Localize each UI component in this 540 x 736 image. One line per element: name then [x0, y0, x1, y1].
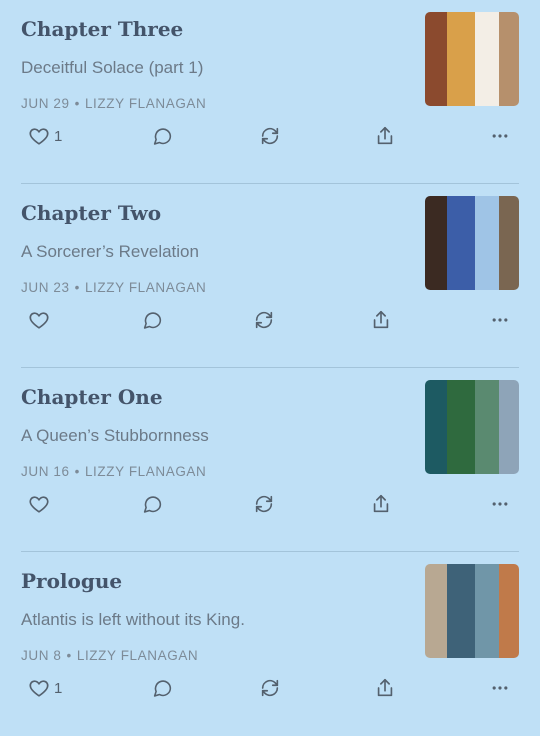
post-date: JUN 8	[21, 648, 62, 663]
post-item[interactable]: Chapter One A Queen’s Stubbornness JUN 1…	[0, 368, 540, 552]
restack-button[interactable]	[253, 490, 275, 518]
post-title[interactable]: Chapter Two	[21, 198, 161, 228]
comment-button[interactable]	[152, 122, 173, 150]
comment-button[interactable]	[142, 490, 163, 518]
restack-button[interactable]	[253, 306, 275, 334]
share-button[interactable]	[374, 122, 396, 150]
like-count: 1	[54, 127, 63, 145]
like-count: 1	[54, 679, 63, 697]
restack-button[interactable]	[259, 674, 281, 702]
more-options-button[interactable]	[490, 674, 510, 702]
more-icon	[492, 134, 508, 138]
heart-icon	[29, 312, 49, 329]
meta-separator: •	[74, 280, 80, 295]
restack-icon	[261, 127, 279, 145]
share-icon	[377, 126, 393, 145]
meta-separator: •	[66, 648, 72, 663]
like-button[interactable]: 1	[28, 122, 62, 150]
post-item[interactable]: Chapter Three Deceitful Solace (part 1) …	[0, 0, 540, 184]
comment-icon	[143, 495, 162, 513]
post-subtitle[interactable]: Deceitful Solace (part 1)	[21, 56, 203, 80]
post-item[interactable]: Chapter Two A Sorcerer’s Revelation JUN …	[0, 184, 540, 368]
post-thumbnail[interactable]	[425, 196, 519, 290]
post-meta: JUN 8 • LIZZY FLANAGAN	[21, 646, 198, 666]
post-thumbnail[interactable]	[425, 564, 519, 658]
post-subtitle[interactable]: A Queen’s Stubbornness	[21, 424, 209, 448]
post-meta: JUN 23 • LIZZY FLANAGAN	[21, 278, 206, 298]
comment-icon	[153, 127, 172, 145]
more-icon	[492, 686, 508, 690]
share-button[interactable]	[370, 490, 392, 518]
like-button[interactable]	[28, 490, 54, 518]
post-date: JUN 29	[21, 96, 70, 111]
post-thumbnail[interactable]	[425, 12, 519, 106]
share-icon	[373, 494, 389, 513]
post-author[interactable]: LIZZY FLANAGAN	[85, 280, 206, 295]
more-options-button[interactable]	[490, 122, 510, 150]
post-meta: JUN 29 • LIZZY FLANAGAN	[21, 94, 206, 114]
meta-separator: •	[74, 96, 80, 111]
post-title[interactable]: Prologue	[21, 566, 122, 596]
restack-icon	[255, 495, 273, 513]
heart-icon	[29, 496, 49, 513]
post-thumbnail[interactable]	[425, 380, 519, 474]
meta-separator: •	[74, 464, 80, 479]
heart-icon	[29, 680, 49, 697]
post-item[interactable]: Prologue Atlantis is left without its Ki…	[0, 552, 540, 736]
like-button[interactable]	[28, 306, 54, 334]
restack-icon	[255, 311, 273, 329]
post-title[interactable]: Chapter Three	[21, 14, 183, 44]
more-icon	[492, 318, 508, 322]
post-date: JUN 16	[21, 464, 70, 479]
post-title[interactable]: Chapter One	[21, 382, 163, 412]
post-author[interactable]: LIZZY FLANAGAN	[85, 464, 206, 479]
post-meta: JUN 16 • LIZZY FLANAGAN	[21, 462, 206, 482]
restack-button[interactable]	[259, 122, 281, 150]
post-author[interactable]: LIZZY FLANAGAN	[85, 96, 206, 111]
share-icon	[373, 310, 389, 329]
post-date: JUN 23	[21, 280, 70, 295]
share-icon	[377, 678, 393, 697]
comment-button[interactable]	[152, 674, 173, 702]
post-subtitle[interactable]: Atlantis is left without its King.	[21, 608, 245, 632]
more-options-button[interactable]	[490, 490, 510, 518]
post-subtitle[interactable]: A Sorcerer’s Revelation	[21, 240, 199, 264]
like-button[interactable]: 1	[28, 674, 62, 702]
share-button[interactable]	[370, 306, 392, 334]
heart-icon	[29, 128, 49, 145]
post-feed: Chapter Three Deceitful Solace (part 1) …	[0, 0, 540, 728]
comment-button[interactable]	[142, 306, 163, 334]
comment-icon	[143, 311, 162, 329]
more-options-button[interactable]	[490, 306, 510, 334]
share-button[interactable]	[374, 674, 396, 702]
post-author[interactable]: LIZZY FLANAGAN	[77, 648, 198, 663]
more-icon	[492, 502, 508, 506]
restack-icon	[261, 679, 279, 697]
comment-icon	[153, 679, 172, 697]
